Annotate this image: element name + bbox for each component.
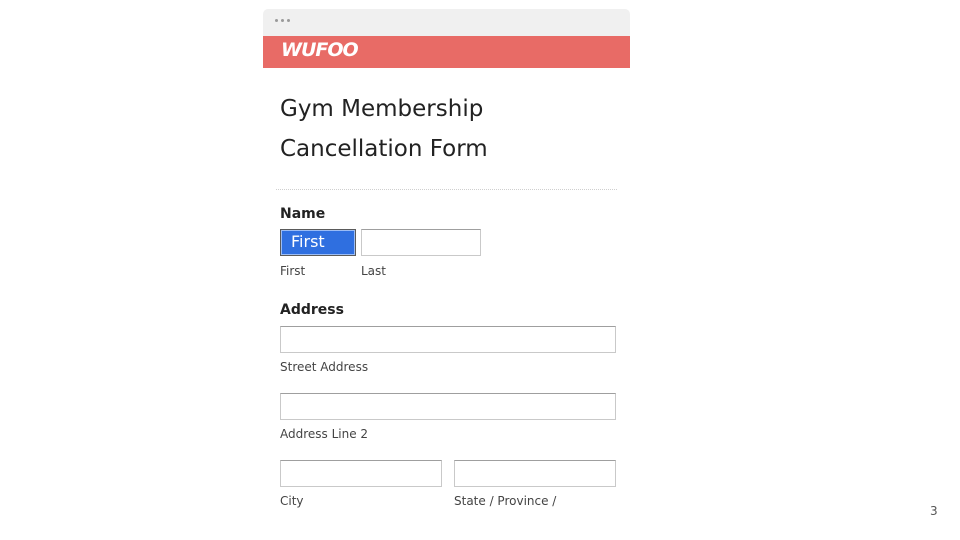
last-name-sublabel: Last: [361, 264, 386, 278]
browser-window: WUFOO Gym Membership Cancellation Form N…: [263, 9, 630, 540]
wufoo-logo: WUFOO: [281, 39, 359, 61]
address-line2-sublabel: Address Line 2: [280, 427, 369, 441]
first-name-sublabel: First: [280, 264, 306, 278]
brand-header: WUFOO: [263, 36, 630, 68]
form-title: Gym Membership Cancellation Form: [280, 96, 488, 162]
state-sublabel: State / Province /: [454, 494, 557, 508]
last-name-input[interactable]: [361, 229, 481, 256]
address-label: Address: [280, 302, 344, 318]
slide-page-number: 3: [930, 504, 938, 518]
window-dot-icon: [281, 19, 284, 22]
state-input[interactable]: [454, 460, 616, 487]
title-divider: [276, 189, 617, 190]
window-titlebar: [263, 9, 630, 36]
address-line2-input[interactable]: [280, 393, 616, 420]
name-label: Name: [280, 206, 326, 222]
city-input[interactable]: [280, 460, 442, 487]
window-dot-icon: [275, 19, 278, 22]
window-controls[interactable]: [275, 19, 290, 22]
window-dot-icon: [287, 19, 290, 22]
street-address-input[interactable]: [280, 326, 616, 353]
first-name-input[interactable]: First: [280, 229, 356, 256]
city-sublabel: City: [280, 494, 304, 508]
street-address-sublabel: Street Address: [280, 360, 369, 374]
